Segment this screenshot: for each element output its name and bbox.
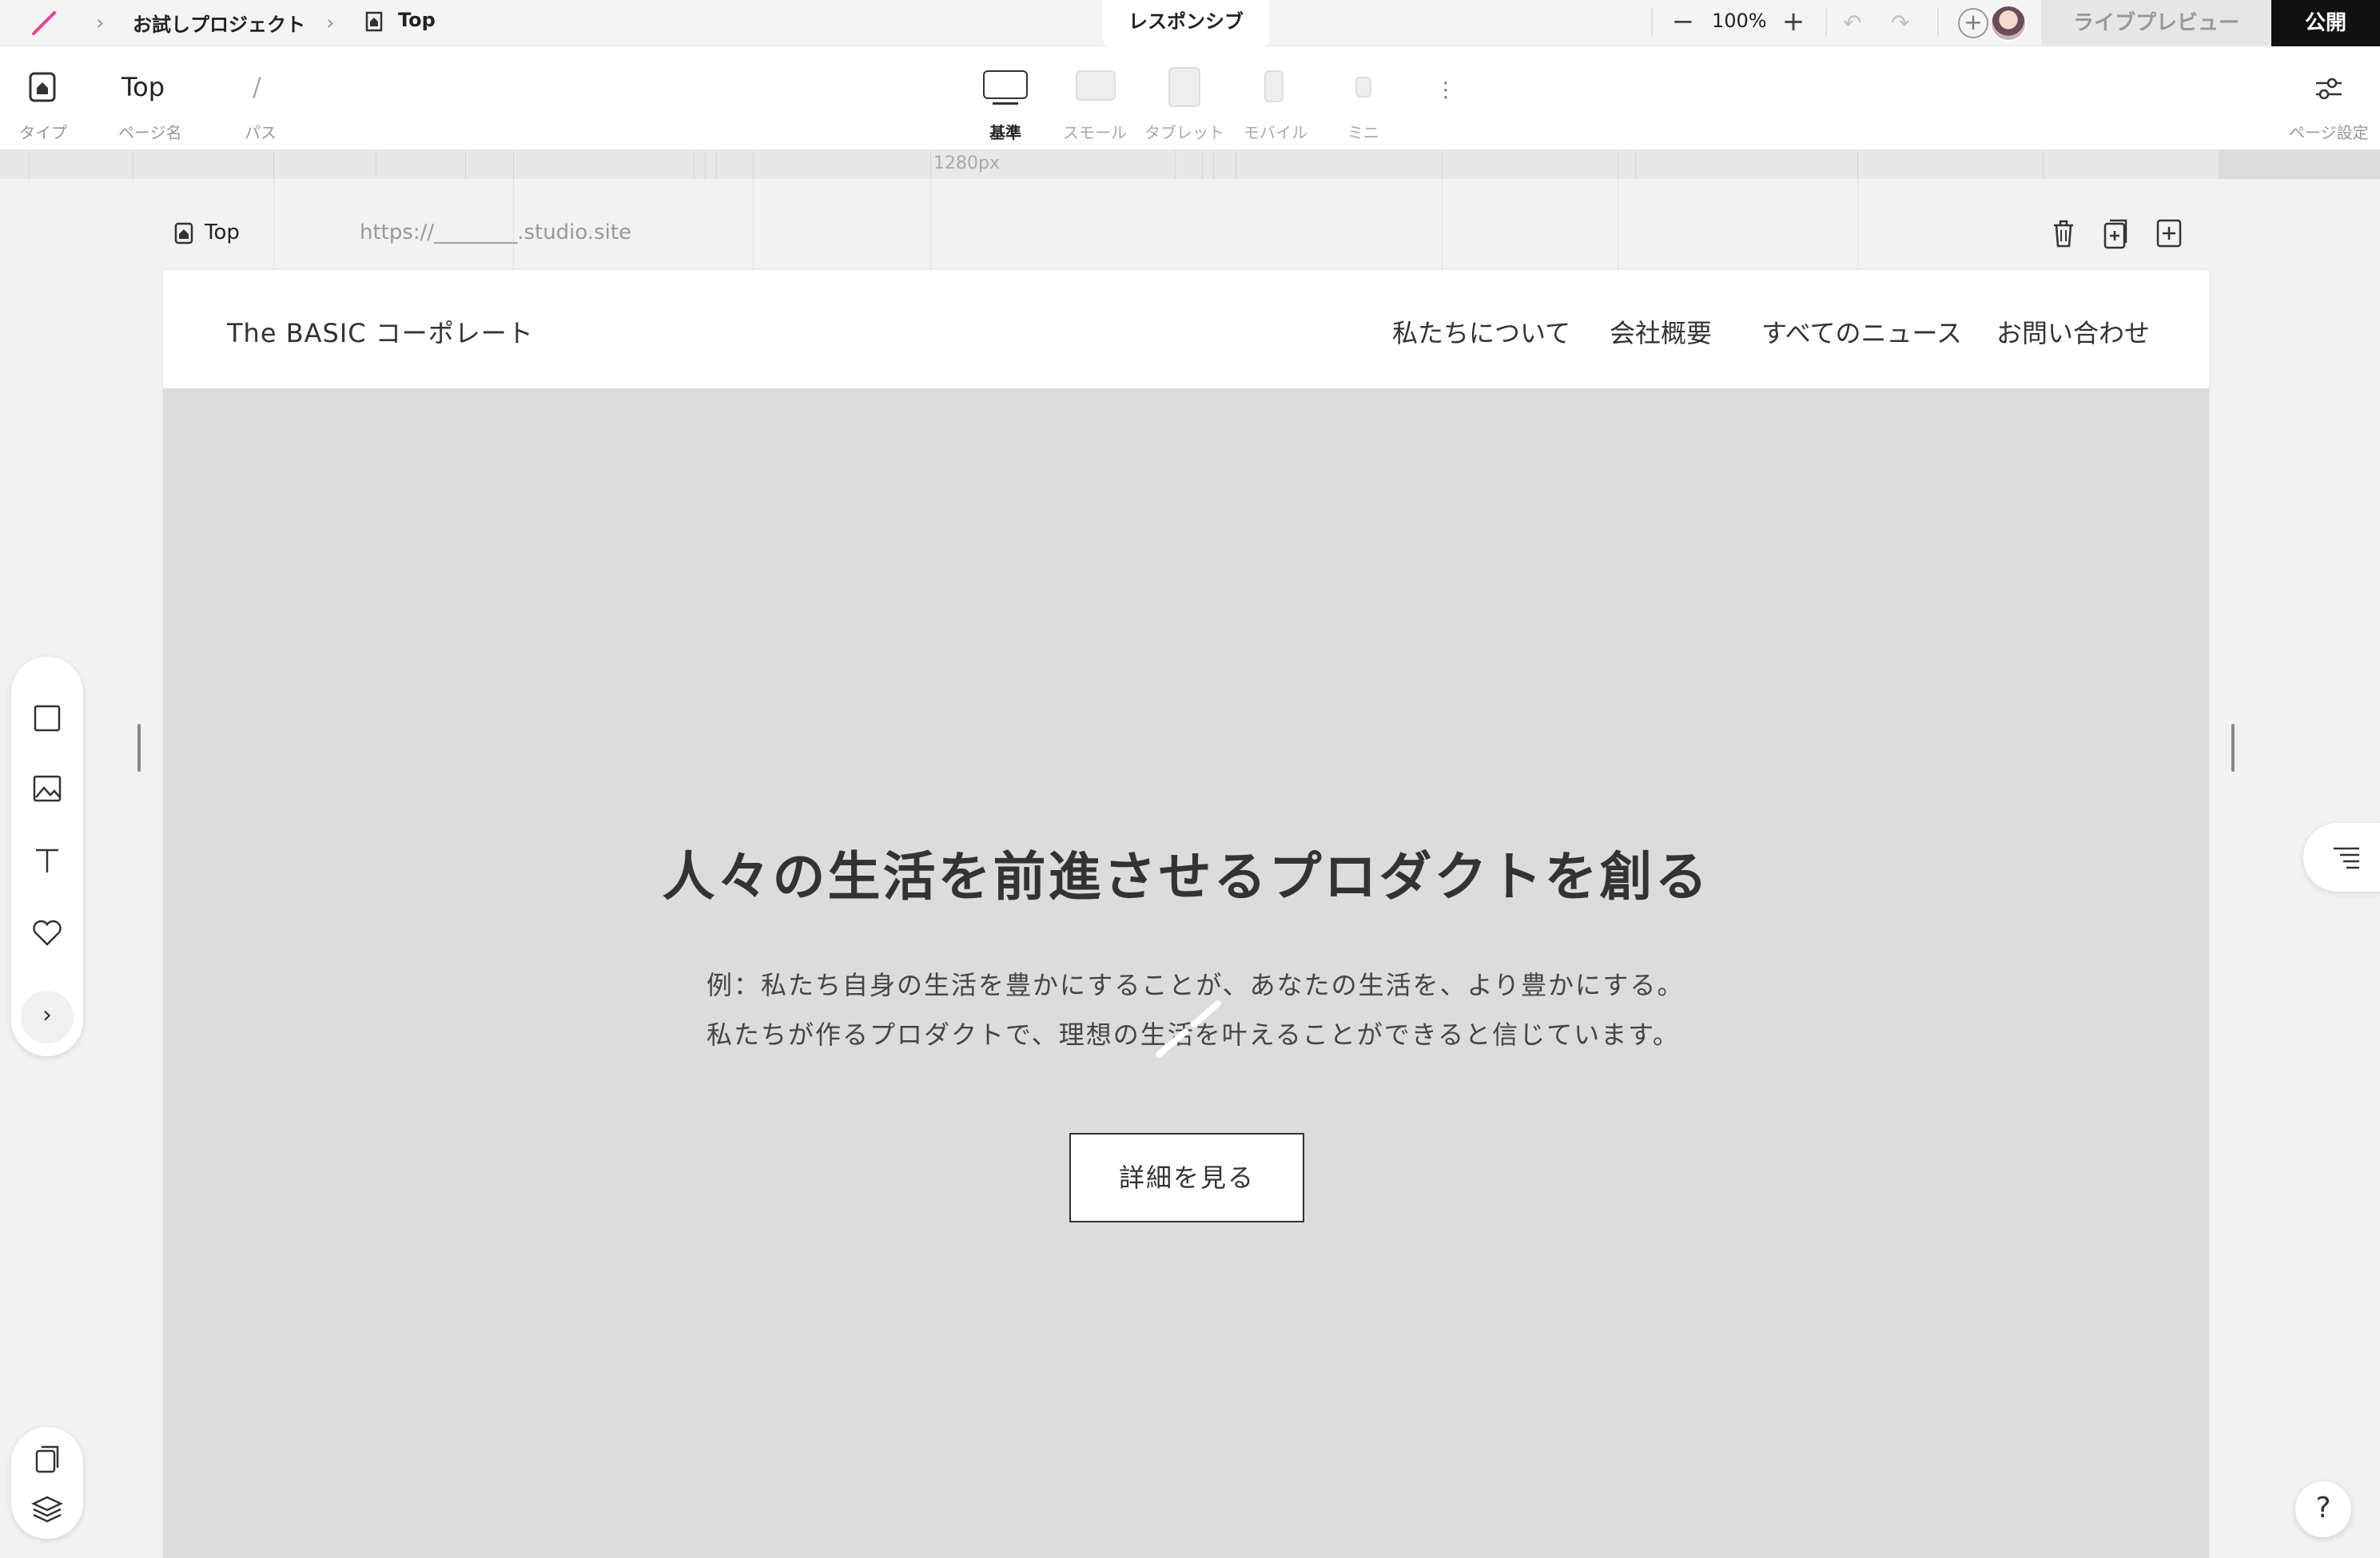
home-page-icon [174,222,193,244]
layers-icon[interactable] [29,1491,66,1528]
loading-logo-icon [1156,1000,1221,1058]
canvas-resize-handle-right[interactable] [2231,724,2235,772]
zoom-level[interactable]: 100% [1712,10,1767,32]
divider [1937,8,1939,37]
image-icon[interactable] [29,770,66,807]
nav-contact[interactable]: お問い合わせ [1996,313,2150,350]
zoom-out-button[interactable]: − [1666,5,1701,40]
text-icon[interactable] [29,842,66,879]
studio-logo-icon[interactable] [30,10,58,37]
live-preview-button[interactable]: ライブプレビュー [2041,0,2271,46]
panel-toggles [11,1427,83,1539]
ruler-overflow-area [2219,150,2380,179]
page-name-label: ページ名 [118,123,182,142]
chevron-right-icon[interactable]: › [21,991,74,1043]
ruler-width-label: 1280px [933,153,1000,173]
page-settings-icon[interactable] [2314,75,2343,102]
avatar[interactable] [1990,5,2027,42]
device-mini-icon[interactable] [1355,77,1371,97]
top-bar: › お試しプロジェクト › Top レスポンシブ − 100% + ↶ ↷ + … [0,0,2380,46]
duplicate-page-icon[interactable] [2102,217,2131,249]
invite-member-button[interactable]: + [1958,8,1988,38]
device-small-icon[interactable] [1076,70,1116,101]
add-page-icon[interactable] [2155,217,2183,249]
pages-icon[interactable] [29,1441,66,1478]
redo-icon[interactable]: ↷ [1891,10,1909,36]
device-label-tablet[interactable]: タブレット [1144,120,1224,143]
device-label-base[interactable]: 基準 [989,120,1021,143]
page-toolbar: タイプ Top ページ名 / パス 基準 スモール タブレット モバイル ミニ … [0,46,2380,150]
device-label-mini[interactable]: ミニ [1347,120,1379,143]
tab-responsive[interactable]: レスポンシブ [1103,0,1269,46]
nav-news[interactable]: すべてのニュース [1761,313,1962,350]
canvas-page-label[interactable]: Top [205,221,240,244]
page-settings-label: ページ設定 [2289,123,2369,142]
breadcrumb-project[interactable]: お試しプロジェクト [133,9,305,37]
page-type-home-icon[interactable] [29,72,56,102]
breadcrumb-chevron-icon: › [326,11,335,35]
page-canvas[interactable]: The BASIC コーポレート 私たちについて 会社概要 すべてのニュース お… [163,270,2209,1558]
site-logo[interactable]: The BASIC コーポレート [227,313,534,350]
help-button[interactable]: ? [2295,1481,2351,1537]
hero-details-button[interactable]: 詳細を見る [1069,1133,1304,1222]
heart-icon[interactable] [29,914,66,951]
nav-about[interactable]: 私たちについて [1392,313,1570,350]
type-label: タイプ [19,123,67,142]
breadcrumb-chevron-icon: › [96,11,105,35]
device-label-mobile[interactable]: モバイル [1244,120,1307,143]
delete-page-icon[interactable] [2049,217,2078,249]
device-tablet-icon[interactable] [1168,67,1200,107]
canvas-resize-handle-left[interactable] [137,724,141,772]
home-page-icon [365,11,383,32]
nav-company[interactable]: 会社概要 [1610,313,1712,350]
more-icon[interactable]: ⋮ [1435,78,1456,102]
ruler: 1280px [0,150,2380,179]
divider [1825,8,1827,37]
breadcrumb-page[interactable]: Top [398,9,436,31]
device-desktop-icon[interactable] [983,70,1028,99]
outline-panel-button[interactable] [2303,823,2380,892]
outline-list-icon [2334,847,2359,869]
page-url[interactable]: https://________.studio.site [360,221,631,244]
box-icon[interactable] [29,700,66,737]
hero-title[interactable]: 人々の生活を前進させるプロダクトを創る [163,834,2209,911]
device-mobile-icon[interactable] [1264,70,1284,102]
zoom-in-button[interactable]: + [1776,5,1811,40]
desktop-stand [993,102,1018,105]
page-name-field[interactable]: Top [121,72,165,102]
path-label: パス [245,123,277,142]
add-element-palette: › [11,657,83,1056]
publish-button[interactable]: 公開 [2271,0,2380,46]
path-field[interactable]: / [253,72,261,102]
device-label-small[interactable]: スモール [1063,120,1127,143]
undo-icon[interactable]: ↶ [1843,10,1861,36]
divider [1651,8,1653,37]
site-header[interactable]: The BASIC コーポレート 私たちについて 会社概要 すべてのニュース お… [163,270,2209,388]
